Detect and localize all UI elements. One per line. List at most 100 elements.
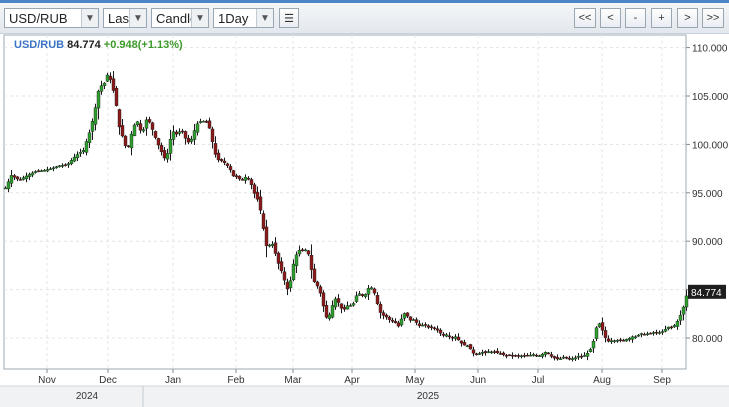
x-tick-label: Jan <box>165 375 181 386</box>
scroll-first-button[interactable]: << <box>574 8 596 28</box>
zoom-in-button[interactable]: + <box>651 8 672 28</box>
candle-body <box>435 328 440 331</box>
candle-body <box>174 131 179 135</box>
x-tick-label: Apr <box>344 375 360 386</box>
chevron-down-icon[interactable]: ▼ <box>81 9 98 27</box>
symbol-select-value: USD/RUB <box>9 10 68 26</box>
candle-body <box>381 312 386 316</box>
scroll-right-button[interactable]: > <box>677 8 698 28</box>
candle-body <box>195 123 200 133</box>
candle-body <box>531 354 536 356</box>
candle-body <box>513 355 518 357</box>
candle-body <box>234 175 239 178</box>
candle-body <box>624 339 629 342</box>
candle-body <box>63 164 68 166</box>
candle-body <box>444 334 449 337</box>
candle-body <box>324 304 329 318</box>
candle-body <box>207 120 212 129</box>
candle-body <box>552 356 557 359</box>
candle-body <box>396 322 401 327</box>
candle-body <box>351 303 356 306</box>
candle-body <box>363 294 368 297</box>
candle-body <box>105 74 110 82</box>
candle-body <box>495 350 500 354</box>
candle-body <box>588 349 593 353</box>
candle-body <box>546 352 551 355</box>
candle-body <box>135 121 140 125</box>
candle-body <box>354 295 359 302</box>
candle-body <box>60 165 65 167</box>
candle-body <box>339 303 344 309</box>
candle-body <box>618 339 623 341</box>
candle-body <box>453 336 458 339</box>
candle-body <box>387 316 392 320</box>
candle-body <box>192 130 197 140</box>
candle-body <box>372 288 377 294</box>
price-chart[interactable]: 80.00085.00090.00095.000100.000105.00011… <box>0 34 729 407</box>
candle-body <box>54 166 59 168</box>
candle <box>132 123 137 137</box>
scroll-left-button[interactable]: < <box>600 8 621 28</box>
candle-body <box>168 139 173 154</box>
candle-body <box>525 354 530 357</box>
candle-body <box>366 288 371 295</box>
candle-body <box>543 352 548 355</box>
chevron-down-icon[interactable]: ▼ <box>129 9 146 27</box>
candle-body <box>384 314 389 318</box>
chart-area[interactable]: 80.00085.00090.00095.000100.000105.00011… <box>0 34 729 407</box>
legend-symbol: USD/RUB <box>14 39 65 51</box>
candle-body <box>78 152 83 154</box>
zoom-out-button[interactable]: - <box>625 8 646 28</box>
candle-body <box>447 335 452 338</box>
candle-body <box>270 243 275 246</box>
candle-body <box>612 340 617 342</box>
candle-body <box>183 131 188 139</box>
price-field-value: Last <box>108 10 129 26</box>
candle-body <box>414 319 419 323</box>
interval-select[interactable]: 1Day ▼ <box>213 8 274 28</box>
candle-body <box>408 316 413 321</box>
candle-body <box>147 119 152 123</box>
symbol-select[interactable]: USD/RUB ▼ <box>4 8 99 28</box>
candle-body <box>84 141 89 153</box>
indicator-menu-button[interactable]: ☰ <box>279 8 299 28</box>
y-tick-label: 110.000 <box>692 44 728 55</box>
candle-body <box>288 280 293 289</box>
candle-body <box>240 179 245 181</box>
y-axis: 80.00085.00090.00095.000100.000105.00011… <box>686 44 729 345</box>
candle-body <box>237 175 242 180</box>
candle-body <box>246 178 251 180</box>
candle-body <box>603 330 608 338</box>
candle-body <box>411 319 416 321</box>
x-tick-label: May <box>406 375 425 386</box>
candle-body <box>96 90 101 109</box>
candle-body <box>276 252 281 264</box>
price-field-select[interactable]: Last ▼ <box>103 8 147 28</box>
chevron-down-icon[interactable]: ▼ <box>191 9 208 27</box>
candle-body <box>336 298 341 303</box>
x-tick-label: Feb <box>227 375 245 386</box>
candle-body <box>162 150 167 159</box>
candle-body <box>30 172 35 176</box>
candle-body <box>117 109 122 128</box>
candle-body <box>198 121 203 123</box>
candle-body <box>645 333 650 336</box>
candle-body <box>405 312 410 317</box>
candle-body <box>549 354 554 357</box>
candle-body <box>375 295 380 305</box>
y-tick-label: 100.000 <box>692 140 729 151</box>
candle-body <box>555 357 560 360</box>
candle-body <box>153 131 158 138</box>
candle-body <box>120 125 125 137</box>
candle-body <box>516 355 521 357</box>
candle-body <box>666 326 671 329</box>
chart-style-select[interactable]: Candle ▼ <box>151 8 209 28</box>
scroll-last-button[interactable]: >> <box>702 8 724 28</box>
candle-body <box>480 352 485 354</box>
year-label: 2024 <box>76 391 99 402</box>
chevron-down-icon[interactable]: ▼ <box>256 9 273 27</box>
candle-body <box>111 78 116 91</box>
candle-body <box>72 156 77 162</box>
year-band <box>0 386 729 407</box>
candle-body <box>252 184 257 194</box>
